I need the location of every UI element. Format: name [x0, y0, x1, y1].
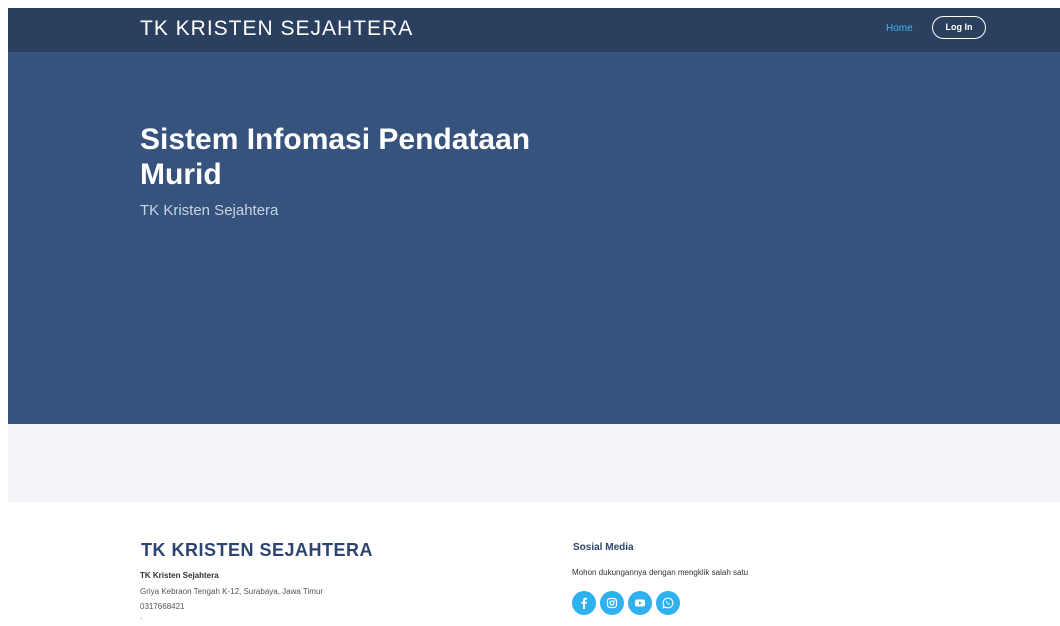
social-text: Mohon dukungannya dengan mengklik salah …: [572, 568, 749, 577]
whatsapp-icon: [662, 597, 674, 609]
nav-home-link[interactable]: Home: [886, 23, 913, 34]
instagram-button[interactable]: [600, 591, 624, 615]
footer-school-name: TK Kristen Sejahtera: [140, 571, 219, 580]
social-heading: Sosial Media: [573, 542, 634, 553]
hero-section: Sistem Infomasi Pendataan Murid TK Krist…: [8, 52, 1060, 424]
footer-phone: 0317668421: [140, 602, 185, 611]
facebook-button[interactable]: [572, 591, 596, 615]
page: TK KRISTEN SEJAHTERA Home Log In Sistem …: [0, 0, 1060, 626]
navbar-brand[interactable]: TK KRISTEN SEJAHTERA: [140, 17, 413, 41]
facebook-icon: [581, 597, 587, 609]
youtube-icon: [635, 599, 645, 607]
footer-brand: TK KRISTEN SEJAHTERA: [141, 540, 374, 560]
youtube-button[interactable]: [628, 591, 652, 615]
hero-subtitle: TK Kristen Sejahtera: [140, 202, 279, 219]
navbar: TK KRISTEN SEJAHTERA Home Log In: [8, 8, 1060, 52]
social-icons: [572, 591, 680, 615]
instagram-icon: [606, 597, 618, 609]
footer-address: Griya Kebraon Tengah K-12, Surabaya, Jaw…: [140, 587, 324, 596]
hero-title: Sistem Infomasi Pendataan Murid: [140, 123, 531, 191]
whatsapp-button[interactable]: [656, 591, 680, 615]
footer: TK KRISTEN SEJAHTERA TK Kristen Sejahter…: [8, 502, 1060, 626]
footer-link[interactable]: -: [140, 614, 143, 623]
content-band: [8, 424, 1060, 502]
login-button[interactable]: Log In: [932, 16, 986, 39]
